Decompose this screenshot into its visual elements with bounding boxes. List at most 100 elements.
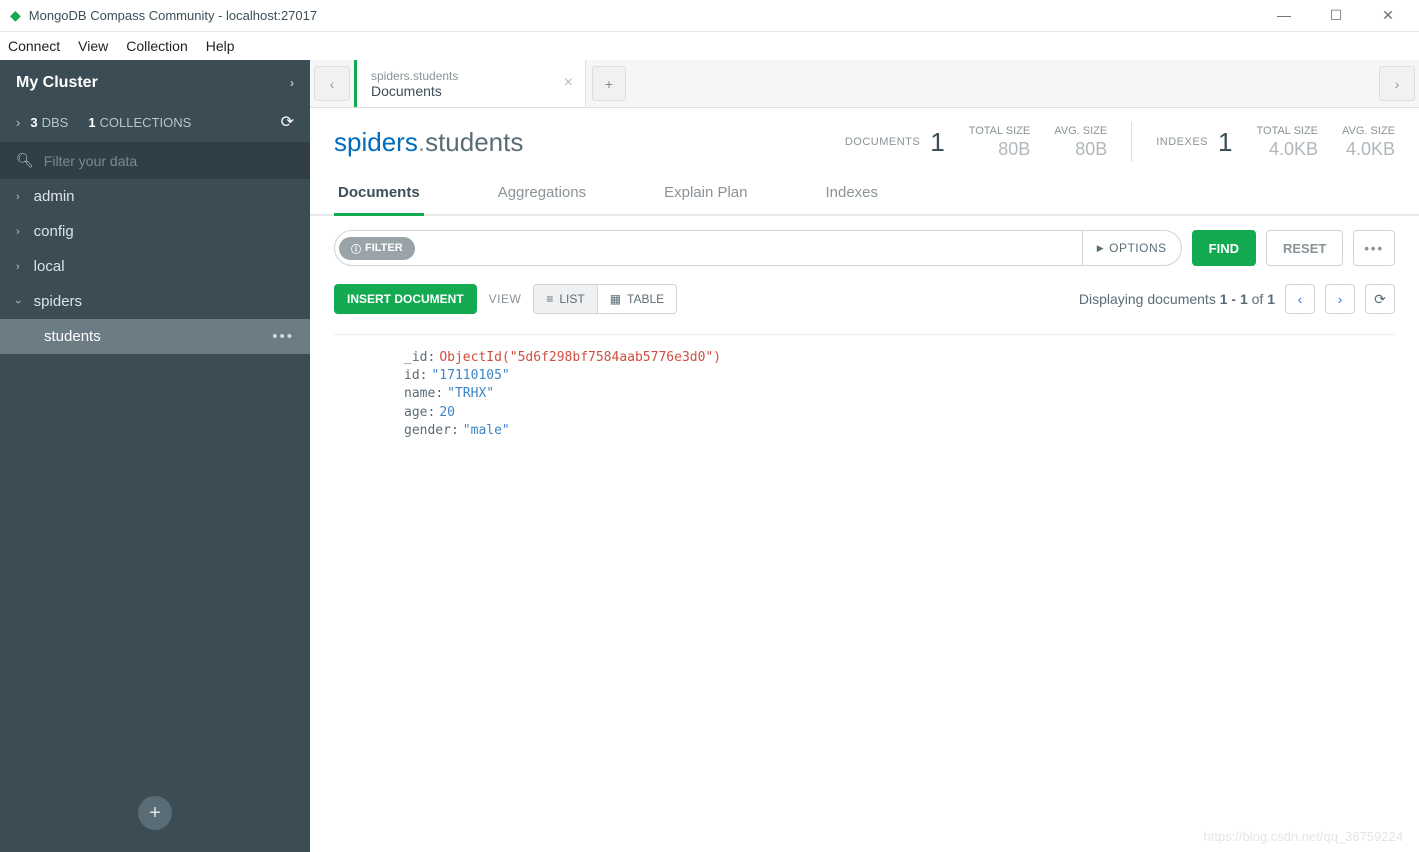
field-key: name	[404, 385, 435, 403]
menu-connect[interactable]: Connect	[8, 38, 60, 54]
idx-total-size-value: 4.0KB	[1269, 139, 1318, 160]
db-label: spiders	[34, 293, 82, 310]
collection-subtabs: Documents Aggregations Explain Plan Inde…	[310, 162, 1419, 216]
reset-button[interactable]: RESET	[1266, 230, 1343, 266]
filter-badge[interactable]: ⓘFILTER	[339, 237, 415, 260]
info-icon: ⓘ	[351, 241, 361, 256]
view-list-button[interactable]: ≡LIST	[534, 285, 597, 313]
new-tab-button[interactable]: +	[592, 66, 626, 101]
menu-help[interactable]: Help	[206, 38, 235, 54]
db-item-local[interactable]: › local	[0, 249, 310, 284]
filter-pill: ⓘFILTER ▶OPTIONS	[334, 230, 1182, 266]
caret-right-icon: ▶	[1097, 243, 1104, 254]
sidebar-stats: › 3 DBS 1 COLLECTIONS ⟳	[0, 106, 310, 142]
tab-nav-prev-button[interactable]: ‹	[314, 66, 350, 101]
docs-count: 1	[930, 127, 944, 158]
avg-size-value: 80B	[1075, 139, 1107, 160]
collection-item-students[interactable]: students •••	[0, 319, 310, 354]
sidebar: My Cluster › › 3 DBS 1 COLLECTIONS ⟳ 🔍︎ …	[0, 60, 310, 852]
db-item-config[interactable]: › config	[0, 214, 310, 249]
view-table-button[interactable]: ▦TABLE	[598, 285, 676, 313]
display-text: Displaying documents 1 - 1 of 1	[1079, 291, 1275, 307]
collection-label: students	[44, 328, 101, 345]
subtab-documents[interactable]: Documents	[334, 176, 424, 216]
find-button[interactable]: FIND	[1192, 230, 1256, 266]
subtab-indexes[interactable]: Indexes	[821, 176, 882, 216]
db-label: local	[34, 258, 65, 275]
document-row[interactable]: _id:ObjectId("5d6f298bf7584aab5776e3d0")…	[334, 334, 1395, 454]
page-next-button[interactable]: ›	[1325, 284, 1355, 314]
tab-active[interactable]: spiders.students Documents ×	[354, 60, 586, 107]
breadcrumb: spiders.students	[334, 127, 523, 158]
field-key: _id	[404, 349, 427, 367]
menu-view[interactable]: View	[78, 38, 108, 54]
page-prev-button[interactable]: ‹	[1285, 284, 1315, 314]
field-value: "TRHX"	[447, 385, 494, 403]
colls-label: COLLECTIONS	[100, 115, 192, 130]
idx-avg-size-value: 4.0KB	[1346, 139, 1395, 160]
avg-size-label: AVG. SIZE	[1054, 125, 1107, 137]
create-db-button[interactable]: +	[138, 796, 172, 830]
tab-path: spiders.students	[371, 69, 571, 83]
db-item-admin[interactable]: › admin	[0, 179, 310, 214]
window-titlebar: ◆ MongoDB Compass Community - localhost:…	[0, 0, 1419, 32]
window-title: MongoDB Compass Community - localhost:27…	[29, 8, 1269, 23]
divider	[1131, 122, 1132, 162]
db-item-spiders[interactable]: › spiders	[0, 284, 310, 319]
db-label: admin	[34, 188, 75, 205]
colls-count: 1	[88, 115, 95, 130]
cluster-header[interactable]: My Cluster ›	[0, 60, 310, 106]
menu-collection[interactable]: Collection	[126, 38, 187, 54]
table-icon: ▦	[610, 292, 621, 306]
options-toggle[interactable]: ▶OPTIONS	[1082, 231, 1181, 265]
field-key: age	[404, 404, 427, 422]
tab-nav-next-button[interactable]: ›	[1379, 66, 1415, 101]
window-minimize-button[interactable]: —	[1269, 7, 1299, 24]
mongodb-leaf-icon: ◆	[10, 7, 21, 24]
stats-block: DOCUMENTS 1 TOTAL SIZE80B AVG. SIZE80B I…	[845, 122, 1395, 162]
tab-section: Documents	[371, 83, 571, 99]
action-bar: INSERT DOCUMENT VIEW ≡LIST ▦TABLE Displa…	[310, 280, 1419, 324]
tab-close-icon[interactable]: ×	[564, 74, 573, 92]
field-key: gender	[404, 422, 451, 440]
indexes-count: 1	[1218, 127, 1232, 158]
window-close-button[interactable]: ✕	[1373, 7, 1403, 24]
tabstrip: ‹ spiders.students Documents × + ›	[310, 60, 1419, 108]
sidebar-search: 🔍︎	[0, 142, 310, 179]
pager: Displaying documents 1 - 1 of 1 ‹ › ⟳	[1079, 284, 1395, 314]
chevron-right-icon: ›	[16, 226, 20, 238]
idx-total-size-label: TOTAL SIZE	[1256, 125, 1318, 137]
dbs-count: 3	[30, 115, 37, 130]
search-icon: 🔍︎	[16, 152, 34, 169]
chevron-right-icon: ›	[16, 191, 20, 203]
db-label: config	[34, 223, 74, 240]
cluster-name: My Cluster	[16, 74, 98, 92]
total-size-value: 80B	[998, 139, 1030, 160]
breadcrumb-db[interactable]: spiders	[334, 127, 418, 157]
insert-document-button[interactable]: INSERT DOCUMENT	[334, 284, 477, 314]
refresh-icon[interactable]: ⟳	[281, 112, 294, 132]
dbs-label: DBS	[42, 115, 69, 130]
indexes-label: INDEXES	[1156, 136, 1208, 148]
subtab-aggregations[interactable]: Aggregations	[494, 176, 590, 216]
field-value: "male"	[463, 422, 510, 440]
filter-query-input[interactable]	[415, 240, 1082, 256]
refresh-button[interactable]: ⟳	[1365, 284, 1395, 314]
more-icon[interactable]: •••	[272, 328, 294, 345]
field-value: "17110105"	[431, 367, 509, 385]
field-value: ObjectId("5d6f298bf7584aab5776e3d0")	[439, 349, 721, 367]
idx-avg-size-label: AVG. SIZE	[1342, 125, 1395, 137]
watermark: https://blog.csdn.net/qq_36759224	[1204, 829, 1404, 844]
main-panel: ‹ spiders.students Documents × + › spide…	[310, 60, 1419, 852]
menubar: Connect View Collection Help	[0, 32, 1419, 60]
filter-data-input[interactable]	[44, 153, 294, 169]
subtab-explain-plan[interactable]: Explain Plan	[660, 176, 751, 216]
field-value: 20	[439, 404, 455, 422]
more-options-button[interactable]: •••	[1353, 230, 1395, 266]
window-maximize-button[interactable]: ☐	[1321, 7, 1351, 24]
list-icon: ≡	[546, 292, 553, 306]
chevron-right-icon: ›	[290, 76, 294, 90]
chevron-right-icon[interactable]: ›	[16, 115, 20, 130]
view-label: VIEW	[489, 292, 522, 306]
filter-bar: ⓘFILTER ▶OPTIONS FIND RESET •••	[310, 216, 1419, 280]
